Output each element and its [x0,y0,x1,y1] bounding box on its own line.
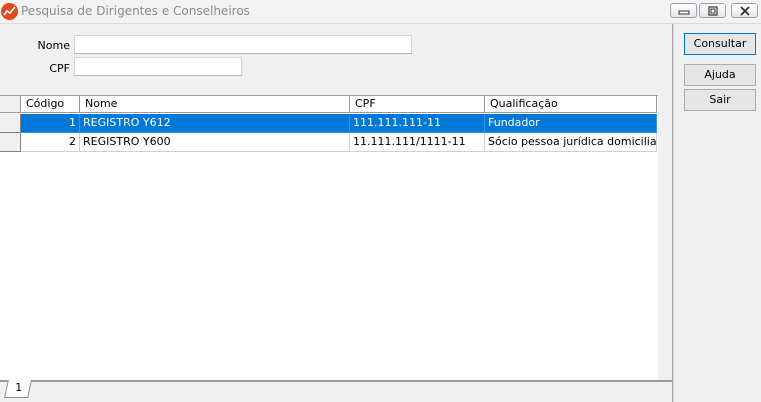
ajuda-button[interactable]: Ajuda [684,64,756,86]
cell-codigo: 1 [21,114,80,133]
close-icon [740,6,750,16]
table-row[interactable]: 1 REGISTRO Y612 111.111.111-11 Fundador [0,114,658,133]
restore-icon [708,6,718,16]
results-grid[interactable]: Código Nome CPF Qualificação 1 REGISTRO … [0,95,658,380]
window-title: Pesquisa de Dirigentes e Conselheiros [21,4,250,18]
panel-divider [672,24,674,402]
minimize-icon [678,10,690,15]
table-row[interactable]: 2 REGISTRO Y600 11.111.111/1111-11 Sócio… [0,133,658,152]
grid-header: Código Nome CPF Qualificação [0,95,658,113]
cpf-label: CPF [49,62,70,75]
nome-input[interactable] [74,35,412,54]
title-bar: Pesquisa de Dirigentes e Conselheiros [0,0,761,24]
close-button[interactable] [731,3,758,18]
cell-cpf: 11.111.111/1111-11 [350,133,485,152]
cpf-input[interactable] [74,57,242,76]
column-header-qualificacao[interactable]: Qualificação [485,96,657,113]
grid-corner [0,96,21,113]
cell-qualificacao: Fundador [485,114,657,133]
cell-nome: REGISTRO Y600 [80,133,350,152]
nome-label: Nome [37,39,70,52]
row-indicator[interactable] [0,114,21,133]
minimize-button[interactable] [670,3,697,18]
tab-label: 1 [14,381,22,394]
restore-button[interactable] [699,3,726,18]
app-logo-icon [1,3,18,20]
column-header-codigo[interactable]: Código [21,96,80,113]
cell-codigo: 2 [21,133,80,152]
tab-bar: 1 [0,380,672,402]
sair-button[interactable]: Sair [684,89,756,111]
row-indicator[interactable] [0,133,21,152]
tab-page-1[interactable]: 1 [4,380,32,398]
cell-cpf: 111.111.111-11 [350,114,485,133]
consultar-button[interactable]: Consultar [684,33,756,55]
column-header-nome[interactable]: Nome [80,96,350,113]
cell-qualificacao: Sócio pessoa jurídica domiciliado no [485,133,657,152]
cell-nome: REGISTRO Y612 [80,114,350,133]
column-header-cpf[interactable]: CPF [350,96,485,113]
